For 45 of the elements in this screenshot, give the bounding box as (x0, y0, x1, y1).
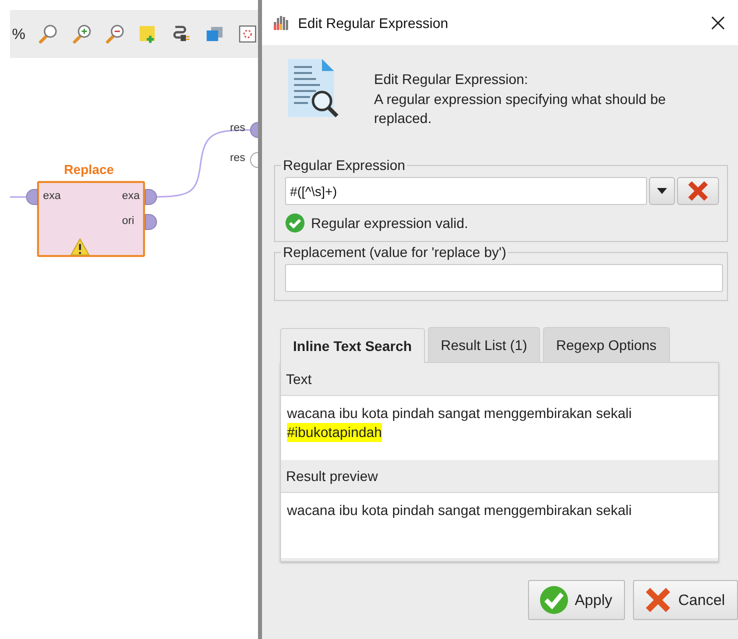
port-label: res (230, 152, 246, 164)
group-label: Regular Expression (282, 157, 406, 173)
app-logo-icon (272, 14, 290, 32)
regex-match: #ibukotapindah (287, 423, 382, 442)
operator-node[interactable] (37, 181, 145, 257)
zoom-reset-icon (37, 22, 59, 46)
result-port[interactable] (250, 122, 258, 138)
tab[interactable]: Inline Text Search (280, 328, 425, 363)
tab[interactable]: Result List (1) (428, 327, 540, 362)
dialog-title: Edit Regular Expression (298, 14, 450, 30)
port-label: exa (122, 190, 140, 202)
port-label: exa (43, 190, 61, 202)
zoom-level: % (12, 26, 26, 42)
cancel-button[interactable]: Cancel (633, 580, 738, 620)
sample-text: wacana ibu kota pindah sangat menggembirakan sekali (287, 404, 632, 423)
validation-message: Regular expression valid. (311, 215, 468, 231)
warning-icon (70, 238, 90, 256)
output-port[interactable] (145, 189, 157, 205)
description-heading: Edit Regular Expression: (374, 70, 530, 89)
check-icon (538, 585, 569, 615)
output-port[interactable] (145, 214, 157, 230)
input-port[interactable] (26, 189, 38, 205)
description-text: A regular expression specifying what should be replaced. (374, 90, 667, 128)
document-search-icon (286, 57, 340, 119)
zoom-out-icon (104, 22, 126, 46)
zoom-in-icon (70, 22, 92, 46)
close-icon (644, 586, 672, 614)
caret-icon (657, 188, 667, 194)
preview-text: wacana ibu kota pindah sangat menggembirakan sekali (287, 501, 632, 520)
section-heading: Text (286, 371, 312, 387)
operator-title: Replace (64, 162, 114, 177)
dropdown-button[interactable] (649, 177, 675, 205)
check-icon (285, 213, 305, 233)
port-label: res (230, 122, 246, 134)
apply-button[interactable]: Apply (528, 580, 626, 620)
close-icon (687, 180, 709, 202)
tab[interactable]: Regexp Options (543, 327, 670, 362)
replacement-input[interactable] (285, 264, 723, 292)
port-label: ori (122, 215, 134, 227)
regex-input[interactable]: #([^\s]+) (285, 177, 647, 205)
result-port[interactable] (250, 152, 258, 168)
text-area[interactable]: wacana ibu kota pindah sangat menggembirakan sekali #ibukotapindah (281, 396, 718, 460)
section-heading: Result preview (286, 468, 378, 484)
group-label: Replacement (value for 'replace by') (282, 244, 508, 260)
clear-button[interactable] (677, 177, 719, 205)
